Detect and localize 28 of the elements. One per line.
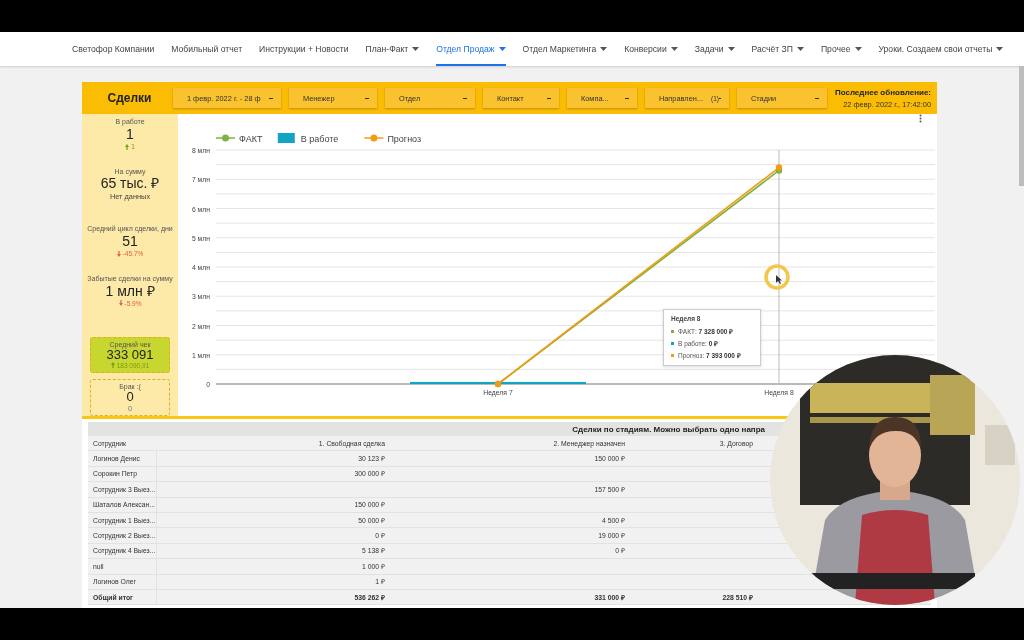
nav-tab[interactable]: Отдел Маркетинга (522, 32, 608, 66)
legend-label[interactable]: ФАКТ (239, 134, 263, 144)
nav-tab[interactable]: Уроки. Создаем свои отчеты (878, 32, 1004, 66)
nav-tab[interactable]: Мобильный отчет (171, 32, 243, 66)
table-title: Сделки по стадиям. Можно выбрать одно напра (572, 424, 765, 434)
kpi-value: 51 (121, 233, 139, 251)
nav-tab[interactable]: Расчёт ЗП (751, 32, 804, 66)
nav-tab[interactable]: План-Факт (365, 32, 420, 66)
nav-tab[interactable]: Задачи (694, 32, 735, 66)
more-icon[interactable] (919, 114, 922, 123)
legend-label[interactable]: Прогноз (387, 134, 422, 144)
update-label: Последнее обновление: (834, 87, 931, 97)
kpi-value: 1 млн ₽ (104, 282, 155, 300)
scrollbar[interactable] (1019, 66, 1024, 186)
cursor-highlight-icon (763, 263, 791, 291)
nav-tab[interactable]: Прочее (820, 32, 862, 66)
nav-tab[interactable]: Светофор Компании (72, 32, 155, 66)
nav-tab[interactable]: Инструкции + Новости (259, 32, 349, 66)
nav-tab[interactable]: Конверсии (624, 32, 678, 66)
report-title: Сделки (106, 91, 153, 105)
legend-line-icon (215, 134, 236, 142)
legend-line-icon (363, 134, 385, 142)
nav-tab[interactable]: Отдел Продаж (436, 32, 506, 66)
kpi-value: 1 (125, 126, 135, 143)
kpi-value: 333 091 (105, 347, 155, 362)
legend-swatch-icon (277, 133, 295, 143)
legend-label[interactable]: В работе (300, 134, 339, 144)
kpi-value: 0 (126, 390, 134, 405)
